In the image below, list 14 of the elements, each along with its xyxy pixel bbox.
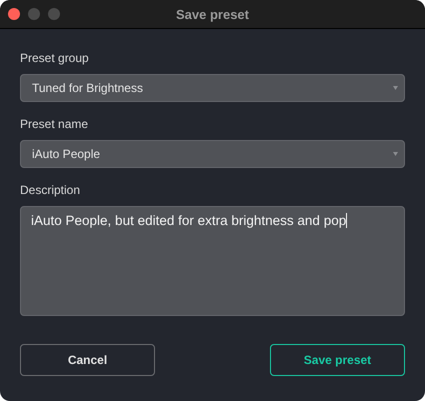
- zoom-button[interactable]: [48, 8, 60, 20]
- window-title: Save preset: [176, 6, 249, 22]
- dropdown[interactable]: Tuned for Brightness: [20, 74, 405, 102]
- field-label: Preset name: [20, 117, 90, 133]
- save-button[interactable]: Save preset: [270, 344, 405, 376]
- description-field[interactable]: iAuto People, but edited for extra brightness and pop: [20, 206, 405, 316]
- field-label: Preset group: [20, 51, 90, 67]
- dropdown[interactable]: iAuto People: [20, 140, 405, 168]
- caret-icon: [393, 86, 398, 90]
- minimize-button[interactable]: [28, 8, 40, 20]
- close-button[interactable]: [8, 8, 20, 20]
- field-label: Description: [20, 183, 82, 199]
- cancel-button[interactable]: Cancel: [20, 344, 155, 376]
- caret-icon: [393, 152, 398, 156]
